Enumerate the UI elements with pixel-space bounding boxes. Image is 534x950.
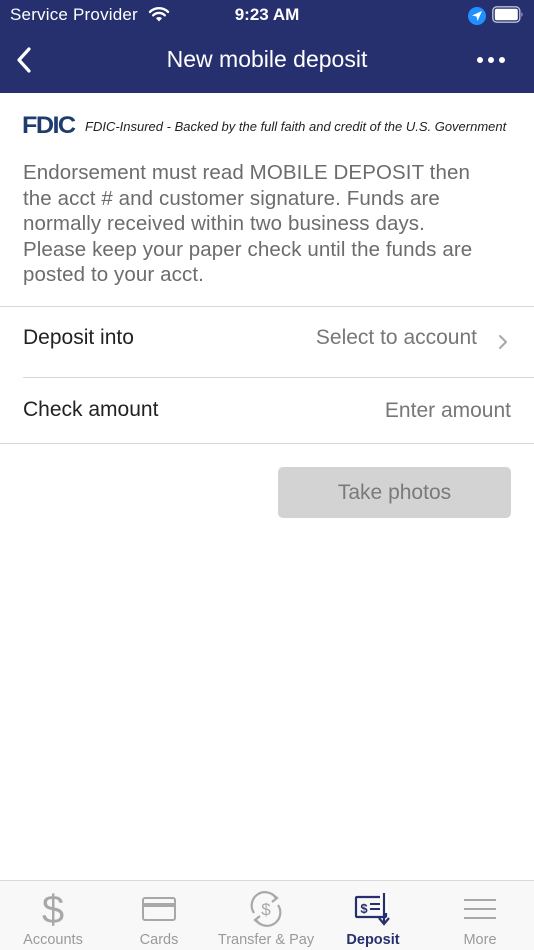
svg-text:$: $ xyxy=(42,889,64,929)
status-bar: Service Provider 9:23 AM xyxy=(0,0,534,30)
fdic-text: FDIC-Insured - Backed by the full faith … xyxy=(85,118,507,134)
tab-label: More xyxy=(463,932,497,948)
tab-more[interactable]: More xyxy=(426,881,534,950)
notice-line: posted to your acct. xyxy=(23,263,204,287)
dollar-icon: $ xyxy=(0,889,106,929)
ellipsis-icon xyxy=(477,57,505,63)
fdic-disclosure: FDIC FDIC-Insured - Backed by the full f… xyxy=(22,112,522,140)
location-icon xyxy=(468,7,486,25)
endorsement-notice: Endorsement must read MOBILE DEPOSIT the… xyxy=(23,160,518,288)
tab-label: Deposit xyxy=(346,932,400,948)
svg-text:$: $ xyxy=(261,900,271,919)
svg-text:$: $ xyxy=(360,901,368,916)
tab-label: Transfer & Pay xyxy=(217,932,315,948)
card-icon xyxy=(106,889,212,929)
tab-accounts[interactable]: $ Accounts xyxy=(0,881,106,950)
transfer-icon: $ xyxy=(212,889,320,929)
tab-transfer-pay[interactable]: $ Transfer & Pay xyxy=(212,881,320,950)
battery-icon xyxy=(492,6,523,23)
deposit-into-value[interactable]: Select to account xyxy=(316,326,477,350)
tab-bar: $ Accounts Cards $ Transfer & Pay $ Depo… xyxy=(0,880,534,950)
divider xyxy=(0,443,534,444)
more-options-button[interactable] xyxy=(466,44,516,76)
nav-bar: New mobile deposit xyxy=(0,36,534,84)
check-amount-input[interactable]: Enter amount xyxy=(385,399,511,423)
top-bar: Service Provider 9:23 AM New mobile depo… xyxy=(0,0,534,93)
notice-line: Endorsement must read MOBILE DEPOSIT the… xyxy=(23,161,470,184)
menu-icon xyxy=(426,889,534,929)
notice-line: Please keep your paper check until the f… xyxy=(23,237,473,261)
clock: 9:23 AM xyxy=(234,5,300,24)
tab-label: Accounts xyxy=(23,932,83,948)
notice-line: the acct # and customer signature. Funds… xyxy=(23,186,440,210)
check-amount-label: Check amount xyxy=(23,398,159,421)
check-amount-row[interactable]: Check amount Enter amount xyxy=(0,378,534,443)
chevron-right-icon xyxy=(499,335,507,349)
tab-deposit[interactable]: $ Deposit xyxy=(320,881,426,950)
take-photos-button[interactable]: Take photos xyxy=(278,467,511,518)
notice-line: normally received within two business da… xyxy=(23,212,425,236)
deposit-into-row[interactable]: Deposit into Select to account xyxy=(0,307,534,377)
fdic-logo: FDIC xyxy=(22,112,76,139)
deposit-icon: $ xyxy=(320,889,426,929)
tab-label: Cards xyxy=(139,932,179,948)
deposit-into-label: Deposit into xyxy=(23,326,134,349)
tab-cards[interactable]: Cards xyxy=(106,881,212,950)
page-title: New mobile deposit xyxy=(166,46,368,72)
